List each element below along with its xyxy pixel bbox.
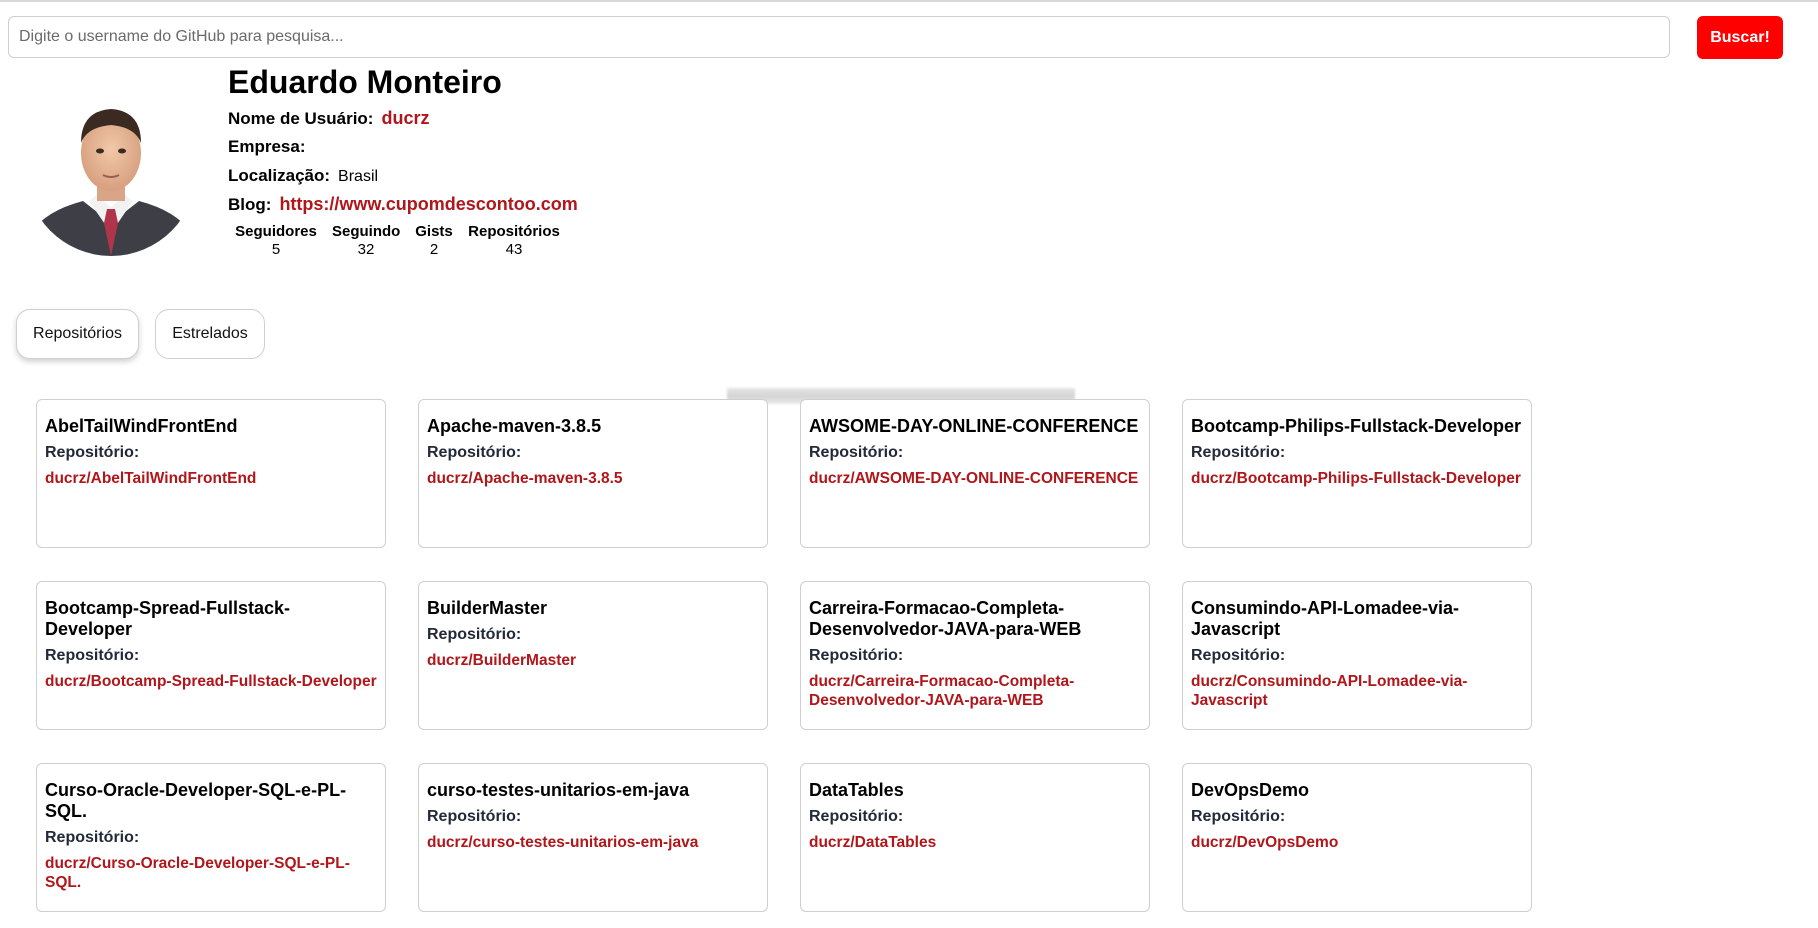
location-row: Localização: Brasil bbox=[228, 165, 378, 188]
repo-link[interactable]: ducrz/Curso-Oracle-Developer-SQL-e-PL-SQ… bbox=[45, 854, 377, 892]
stat-label: Repositórios bbox=[468, 223, 560, 240]
stat-value: 5 bbox=[271, 241, 281, 258]
location-label: Localização: bbox=[228, 166, 331, 185]
repo-card[interactable]: BuilderMaster Repositório: ducrz/Builder… bbox=[418, 581, 768, 730]
top-divider bbox=[0, 0, 1818, 2]
user-photo-icon bbox=[25, 83, 197, 256]
tab-repositorios[interactable]: Repositórios bbox=[16, 309, 139, 359]
repo-label: Repositório: bbox=[809, 444, 904, 461]
repo-card[interactable]: Consumindo-API-Lomadee-via-Javascript Re… bbox=[1182, 581, 1532, 730]
repo-label: Repositório: bbox=[427, 808, 522, 825]
repo-card[interactable]: DataTables Repositório: ducrz/DataTables bbox=[800, 763, 1150, 912]
repo-link[interactable]: ducrz/curso-testes-unitarios-em-java bbox=[427, 833, 759, 852]
repo-label: Repositório: bbox=[809, 647, 904, 664]
stat-value: 32 bbox=[357, 241, 375, 258]
repo-name: Bootcamp-Spread-Fullstack-Developer bbox=[45, 598, 291, 639]
repo-name: Carreira-Formacao-Completa-Desenvolvedor… bbox=[809, 598, 1082, 639]
stat-label: Gists bbox=[415, 223, 453, 240]
repo-label: Repositório: bbox=[1191, 647, 1286, 664]
repo-name: AbelTailWindFrontEnd bbox=[45, 416, 238, 436]
repo-name: Consumindo-API-Lomadee-via-Javascript bbox=[1191, 598, 1460, 639]
repo-card[interactable]: DevOpsDemo Repositório: ducrz/DevOpsDemo bbox=[1182, 763, 1532, 912]
repo-label: Repositório: bbox=[1191, 808, 1286, 825]
repo-name: curso-testes-unitarios-em-java bbox=[427, 780, 690, 800]
repo-link[interactable]: ducrz/BuilderMaster bbox=[427, 651, 759, 670]
username-link[interactable]: ducrz bbox=[381, 108, 429, 128]
username-label: Nome de Usuário: bbox=[228, 109, 374, 128]
repo-grid: AbelTailWindFrontEnd Repositório: ducrz/… bbox=[36, 399, 1536, 919]
repo-link[interactable]: ducrz/DataTables bbox=[809, 833, 1141, 852]
repo-label: Repositório: bbox=[427, 444, 522, 461]
repo-card[interactable]: Bootcamp-Philips-Fullstack-Developer Rep… bbox=[1182, 399, 1532, 548]
repo-link[interactable]: ducrz/AbelTailWindFrontEnd bbox=[45, 469, 377, 488]
repo-name: Apache-maven-3.8.5 bbox=[427, 416, 602, 436]
stat-followers: Seguidores 5 bbox=[235, 223, 317, 259]
repo-name: BuilderMaster bbox=[427, 598, 548, 618]
repo-name: Curso-Oracle-Developer-SQL-e-PL-SQL. bbox=[45, 780, 347, 821]
repo-label: Repositório: bbox=[45, 647, 140, 664]
stat-gists: Gists 2 bbox=[415, 223, 453, 259]
company-row: Empresa: bbox=[228, 136, 313, 159]
stat-label: Seguidores bbox=[235, 223, 317, 240]
repo-name: Bootcamp-Philips-Fullstack-Developer bbox=[1191, 416, 1522, 436]
username-row: Nome de Usuário: ducrz bbox=[228, 107, 430, 130]
repo-card[interactable]: AbelTailWindFrontEnd Repositório: ducrz/… bbox=[36, 399, 386, 548]
repo-link[interactable]: ducrz/DevOpsDemo bbox=[1191, 833, 1523, 852]
stat-label: Seguindo bbox=[332, 223, 401, 240]
repo-label: Repositório: bbox=[809, 808, 904, 825]
repo-label: Repositório: bbox=[45, 829, 140, 846]
tab-estrelados[interactable]: Estrelados bbox=[155, 309, 265, 359]
repo-card[interactable]: Curso-Oracle-Developer-SQL-e-PL-SQL. Rep… bbox=[36, 763, 386, 912]
repo-link[interactable]: ducrz/Carreira-Formacao-Completa-Desenvo… bbox=[809, 672, 1141, 710]
repo-link[interactable]: ducrz/AWSOME-DAY-ONLINE-CONFERENCE bbox=[809, 469, 1141, 488]
stat-following: Seguindo 32 bbox=[332, 223, 400, 259]
blog-label: Blog: bbox=[228, 195, 272, 214]
repo-card[interactable]: Bootcamp-Spread-Fullstack-Developer Repo… bbox=[36, 581, 386, 730]
repo-card[interactable]: Carreira-Formacao-Completa-Desenvolvedor… bbox=[800, 581, 1150, 730]
blog-row: Blog: https://www.cupomdescontoo.com bbox=[228, 193, 578, 216]
repo-card[interactable]: Apache-maven-3.8.5 Repositório: ducrz/Ap… bbox=[418, 399, 768, 548]
repo-link[interactable]: ducrz/Consumindo-API-Lomadee-via-Javascr… bbox=[1191, 672, 1523, 710]
repo-link[interactable]: ducrz/Bootcamp-Spread-Fullstack-Develope… bbox=[45, 672, 377, 691]
repo-card[interactable]: AWSOME-DAY-ONLINE-CONFERENCE Repositório… bbox=[800, 399, 1150, 548]
search-button[interactable]: Buscar! bbox=[1697, 16, 1783, 59]
repo-card[interactable]: curso-testes-unitarios-em-java Repositór… bbox=[418, 763, 768, 912]
company-label: Empresa: bbox=[228, 137, 306, 156]
location-value: Brasil bbox=[338, 168, 379, 185]
stat-value: 2 bbox=[429, 241, 439, 258]
repo-name: AWSOME-DAY-ONLINE-CONFERENCE bbox=[809, 416, 1139, 436]
blog-link[interactable]: https://www.cupomdescontoo.com bbox=[279, 194, 577, 214]
stat-value: 43 bbox=[505, 241, 523, 258]
profile-name: Eduardo Monteiro bbox=[228, 64, 502, 100]
profile-stats: Seguidores 5 Seguindo 32 Gists 2 Reposit… bbox=[228, 223, 568, 263]
repo-label: Repositório: bbox=[427, 626, 522, 643]
repo-name: DataTables bbox=[809, 780, 904, 800]
repo-link[interactable]: ducrz/Bootcamp-Philips-Fullstack-Develop… bbox=[1191, 469, 1523, 488]
avatar bbox=[25, 83, 197, 256]
search-input[interactable] bbox=[8, 16, 1670, 58]
repo-name: DevOpsDemo bbox=[1191, 780, 1310, 800]
stat-repositories: Repositórios 43 bbox=[468, 223, 560, 259]
repo-link[interactable]: ducrz/Apache-maven-3.8.5 bbox=[427, 469, 759, 488]
repo-label: Repositório: bbox=[1191, 444, 1286, 461]
repo-label: Repositório: bbox=[45, 444, 140, 461]
